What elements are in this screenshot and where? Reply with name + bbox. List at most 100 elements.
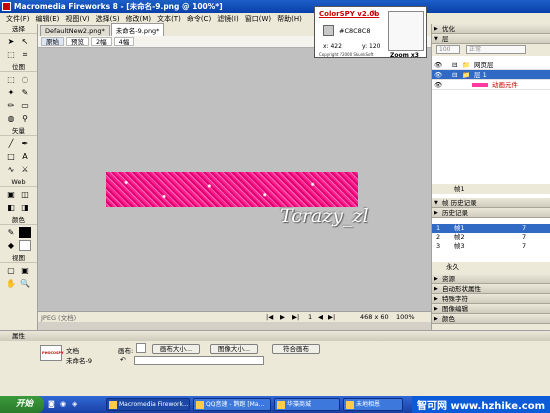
stroke-swatch[interactable] [19,227,31,238]
zoom-level[interactable]: 100% [396,313,415,321]
glitter-banner-image[interactable] [106,172,358,207]
doc-label: 文档 [66,347,79,355]
fit-canvas-button[interactable]: 符合画布 [272,344,320,354]
export-format[interactable]: JPEG (文档) [41,312,76,322]
freeform-tool-icon[interactable]: ∿ [5,164,17,175]
menu-modify[interactable]: 修改(M) [123,14,155,24]
layer-row-symbol[interactable]: 👁 动画元件 [432,80,550,90]
layer-row-web[interactable]: 👁 ⊟ 📁 网页层 [432,60,550,70]
frame-row[interactable]: 3 帧3 7 [432,242,550,251]
menu-file[interactable]: 文件(F) [3,14,33,24]
menu-view[interactable]: 视图(V) [62,14,92,24]
hide-slices-icon[interactable]: ◧ [5,202,17,213]
blur-tool-icon[interactable]: ◍ [5,113,17,124]
frame-name: 帧2 [454,233,465,241]
properties-panel: 属性 PHOCOSPY 文档 未命名-9 画布: 画布大小... 图像大小...… [0,330,550,396]
layers-panel-header[interactable]: 层 [432,34,550,44]
taskbar-item-4[interactable]: 未地相恩 [343,398,403,411]
image-edit-panel-header[interactable]: 图像编辑 [432,304,550,314]
colorspy-window[interactable]: ColorSPY v2.0b ✎ #C8C8C8 x: 422 y: 120 C… [314,6,427,59]
start-button[interactable]: 开始 [0,396,44,413]
show-slices-icon[interactable]: ◨ [19,202,31,213]
canvas-size-button[interactable]: 画布大小... [152,344,200,354]
full-screen-icon[interactable]: ▣ [19,265,31,276]
menu-edit[interactable]: 编辑(E) [33,14,63,24]
tab-untitled-9[interactable]: 未命名-9.png* [110,23,165,36]
undo-icon[interactable]: ↶ [120,356,126,364]
taskbar-item-shop[interactable]: 华藻商城 [274,398,340,411]
zoom-tool-icon[interactable]: 🔍 [19,278,31,289]
line-tool-icon[interactable]: ╱ [5,138,17,149]
fireworks-app-icon [2,2,11,11]
pen-tool-icon[interactable]: ✒ [19,138,31,149]
fill-swatch[interactable] [19,240,31,251]
show-desktop-icon[interactable]: ◙ [48,400,55,408]
menu-help[interactable]: 帮助(H) [274,14,305,24]
scale-tool-icon[interactable]: ⬚ [5,49,17,60]
taskbar-item-fireworks[interactable]: Macromedia Firework... [106,398,190,411]
visibility-icon[interactable]: 👁 [434,60,442,70]
opacity-field[interactable]: 100 [436,45,460,54]
fill-color-icon[interactable]: ◆ [5,240,17,251]
special-chars-panel-header[interactable]: 特殊字符 [432,294,550,304]
menu-commands[interactable]: 命令(C) [184,14,214,24]
rubber-stamp-tool-icon[interactable]: ⚲ [19,113,31,124]
last-frame-icon[interactable]: ▶| [328,313,335,321]
preview-view-button[interactable]: 预览 [66,37,89,46]
hotspot-tool-icon[interactable]: ▣ [5,189,17,200]
taskbar-item-qq[interactable]: QQ音速 - 鹊跑 [Ma... [193,398,271,411]
hand-tool-icon[interactable]: ✋ [5,278,17,289]
expand-icon[interactable]: ⊟ [452,70,457,80]
text-tool-icon[interactable]: A [19,151,31,162]
prev-frame-icon[interactable]: ◀ [318,313,323,321]
slice-tool-icon[interactable]: ◫ [19,189,31,200]
play-icon[interactable]: ▶ [280,313,285,321]
autoshape-panel-header[interactable]: 自动形状属性 [432,284,550,294]
marquee-tool-icon[interactable]: ⬚ [5,74,17,85]
visibility-icon[interactable]: 👁 [434,80,442,90]
menu-filters[interactable]: 滤镜(I) [214,14,242,24]
qq-icon[interactable]: ◈ [72,400,77,408]
2up-view-button[interactable]: 2幅 [91,37,112,46]
image-size-button[interactable]: 图像大小... [210,344,258,354]
menu-select[interactable]: 选择(S) [93,14,123,24]
color-swatch [323,25,334,36]
loop-label[interactable]: 永久 [446,262,459,272]
ie-icon[interactable]: ◉ [60,400,66,408]
original-view-button[interactable]: 原始 [41,37,64,46]
4up-view-button[interactable]: 4幅 [113,37,135,46]
optimize-panel-header[interactable]: 优化 [432,24,550,34]
rectangle-tool-icon[interactable]: □ [5,151,17,162]
frame-row[interactable]: 1 帧1 7 [432,224,550,233]
lasso-tool-icon[interactable]: ◌ [19,74,31,85]
history-panel-header[interactable]: 历史记录 [432,208,550,218]
visibility-icon[interactable]: 👁 [434,70,442,80]
tools-section-bitmap: 位图 [0,62,37,72]
pointer-tool-icon[interactable]: ➤ [5,36,17,47]
menu-text[interactable]: 文本(T) [154,14,184,24]
assets-panel-header[interactable]: 资源 [432,274,550,284]
canvas-color-swatch[interactable] [136,343,146,353]
stroke-color-icon[interactable]: ✎ [5,227,17,238]
crop-tool-icon[interactable]: ⌗ [19,49,31,60]
standard-screen-icon[interactable]: ▢ [5,265,17,276]
color-panel-header[interactable]: 颜色 [432,314,550,324]
magic-wand-tool-icon[interactable]: ✦ [5,87,17,98]
layer-row-layer1[interactable]: 👁 ⊟ 📁 层 1 [432,70,550,80]
pencil-tool-icon[interactable]: ✏ [5,100,17,111]
next-frame-icon[interactable]: ▶| [292,313,299,321]
knife-tool-icon[interactable]: ⚔ [19,164,31,175]
eyedropper-icon[interactable]: ✎ [371,9,378,18]
tab-defaultnew2[interactable]: DefaultNew2.png* [40,25,110,36]
blend-mode-select[interactable]: 正常 [466,45,526,54]
expand-icon[interactable]: ⊟ [452,60,457,70]
subselect-tool-icon[interactable]: ↖ [19,36,31,47]
history-panel-tabs[interactable]: 帧 历史记录 [432,198,550,208]
frame-row[interactable]: 2 帧2 7 [432,233,550,242]
properties-header[interactable]: 属性 [0,331,550,341]
eraser-tool-icon[interactable]: ▭ [19,100,31,111]
first-frame-icon[interactable]: |◀ [266,313,273,321]
palette-select[interactable] [134,356,264,365]
menu-window[interactable]: 窗口(W) [242,14,274,24]
brush-tool-icon[interactable]: ✎ [19,87,31,98]
